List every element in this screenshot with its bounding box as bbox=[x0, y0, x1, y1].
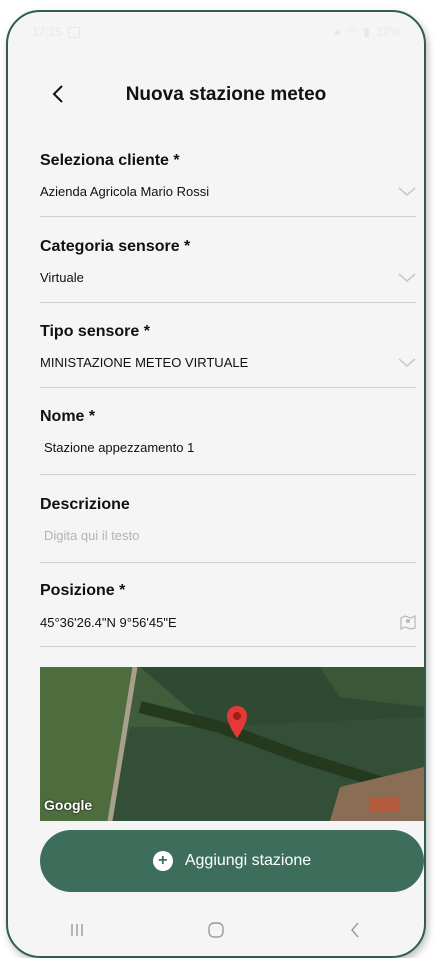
client-select-value: Azienda Agricola Mario Rossi bbox=[40, 184, 210, 199]
nav-back-button[interactable] bbox=[335, 915, 375, 945]
sensor-category-select[interactable]: Categoria sensore * Virtuale bbox=[40, 238, 416, 303]
chevron-down-icon bbox=[398, 357, 416, 367]
signal-icon: ▮ bbox=[363, 25, 370, 39]
client-select-label: Seleziona cliente * bbox=[40, 152, 180, 169]
recents-icon bbox=[71, 924, 84, 936]
chevron-down-icon bbox=[398, 272, 416, 282]
position-field[interactable]: Posizione * 45°36'26.4"N 9°56'45"E bbox=[40, 582, 416, 647]
description-field[interactable]: Descrizione Digita qui il testo bbox=[40, 496, 416, 563]
description-input[interactable]: Digita qui il testo bbox=[44, 528, 139, 543]
wifi-icon: ◠ bbox=[346, 25, 358, 39]
android-nav-bar bbox=[8, 904, 424, 956]
status-time: 17:25 bbox=[32, 25, 63, 39]
page-title: Nuova stazione meteo bbox=[125, 84, 327, 105]
home-button[interactable] bbox=[196, 915, 236, 945]
satellite-map bbox=[40, 667, 424, 821]
map-attribution: Google bbox=[44, 797, 93, 813]
map-pin-icon bbox=[226, 705, 248, 739]
map-icon[interactable] bbox=[400, 614, 416, 630]
name-field[interactable]: Nome * Stazione appezzamento 1 bbox=[40, 408, 416, 475]
sensor-type-select[interactable]: Tipo sensore * MINISTAZIONE METEO VIRTUA… bbox=[40, 323, 416, 388]
add-station-button[interactable]: + Aggiungi stazione bbox=[40, 830, 424, 892]
sensor-category-value: Virtuale bbox=[40, 270, 84, 285]
sensor-type-label: Tipo sensore * bbox=[40, 323, 150, 340]
name-label: Nome * bbox=[40, 408, 96, 425]
recent-apps-button[interactable] bbox=[57, 915, 97, 945]
sensor-type-value: MINISTAZIONE METEO VIRTUALE bbox=[40, 355, 249, 370]
phone-frame: 17:25 ● ◠ ▮ 32% Nuova stazione meteo Sel… bbox=[6, 10, 426, 958]
description-label: Descrizione bbox=[40, 496, 130, 513]
position-value: 45°36'26.4"N 9°56'45"E bbox=[40, 614, 177, 630]
home-icon bbox=[208, 922, 224, 938]
client-select[interactable]: Seleziona cliente * Azienda Agricola Mar… bbox=[40, 152, 416, 217]
battery-level: 32% bbox=[375, 25, 400, 39]
gallery-icon bbox=[68, 26, 81, 38]
location-icon: ● bbox=[333, 25, 341, 39]
add-station-label: Aggiungi stazione bbox=[184, 852, 312, 869]
status-bar: 17:25 ● ◠ ▮ 32% bbox=[8, 12, 424, 52]
sensor-category-label: Categoria sensore * bbox=[40, 238, 191, 255]
back-icon bbox=[350, 922, 359, 938]
plus-icon: + bbox=[152, 851, 173, 871]
position-label: Posizione * bbox=[40, 582, 126, 599]
map-view[interactable]: Google bbox=[40, 667, 424, 821]
name-input[interactable]: Stazione appezzamento 1 bbox=[44, 440, 194, 455]
header: Nuova stazione meteo bbox=[8, 74, 424, 114]
chevron-down-icon bbox=[398, 186, 416, 196]
